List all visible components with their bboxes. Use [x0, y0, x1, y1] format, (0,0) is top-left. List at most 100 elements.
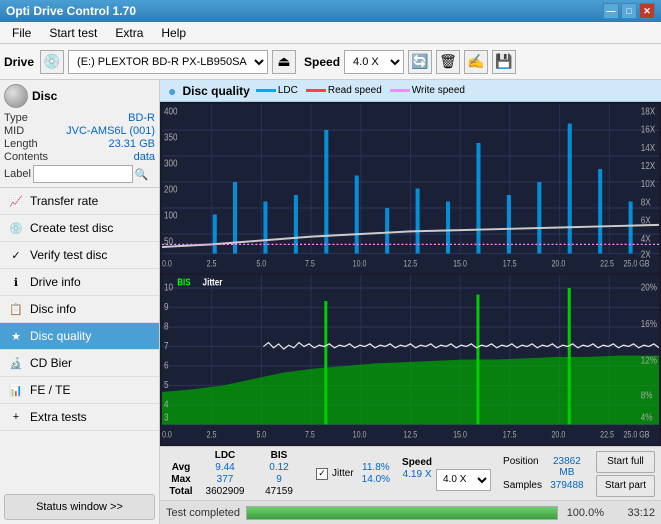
svg-text:2.5: 2.5 — [207, 259, 217, 269]
max-bis: 9 — [254, 474, 304, 485]
svg-text:4%: 4% — [641, 412, 653, 423]
read-speed-legend-label: Read speed — [328, 85, 382, 96]
svg-text:8%: 8% — [641, 390, 653, 401]
svg-text:18X: 18X — [641, 105, 656, 116]
progress-time: 33:12 — [610, 507, 655, 519]
svg-text:7: 7 — [164, 340, 169, 351]
charts-container: 400 350 300 200 100 50 18X 16X 14X 12X 1… — [160, 102, 661, 446]
write-speed-legend-dot — [390, 89, 410, 92]
jitter-label: Jitter — [332, 468, 354, 479]
jitter-section: ✓ Jitter 11.8% 14.0% — [316, 462, 390, 486]
avg-label: Avg — [166, 462, 196, 473]
toolbar: Drive 💿 (E:) PLEXTOR BD-R PX-LB950SA 1.0… — [0, 44, 661, 80]
svg-text:12.5: 12.5 — [403, 259, 417, 269]
sidebar-item-disc-info[interactable]: 📋 Disc info — [0, 296, 159, 323]
drive-info-label: Drive info — [30, 275, 81, 289]
total-bis: 47159 — [254, 486, 304, 497]
menu-start-test[interactable]: Start test — [41, 24, 105, 42]
minimize-button[interactable]: — — [603, 3, 619, 19]
svg-text:16%: 16% — [641, 318, 657, 329]
svg-text:5.0: 5.0 — [256, 430, 266, 440]
speed-dropdown[interactable]: 4.0 X — [436, 469, 491, 491]
sidebar-item-verify-test-disc[interactable]: ✓ Verify test disc — [0, 242, 159, 269]
read-speed-legend-dot — [306, 89, 326, 92]
svg-text:17.5: 17.5 — [503, 259, 517, 269]
svg-text:BIS: BIS — [177, 276, 191, 287]
svg-text:10X: 10X — [641, 178, 656, 189]
menu-help[interactable]: Help — [153, 24, 194, 42]
progress-fill — [247, 507, 557, 519]
disc-mid-label: MID — [4, 125, 24, 137]
sidebar-item-drive-info[interactable]: ℹ Drive info — [0, 269, 159, 296]
sidebar-item-fe-te[interactable]: 📊 FE / TE — [0, 377, 159, 404]
ldc-legend: LDC — [256, 85, 298, 96]
svg-text:10.0: 10.0 — [353, 430, 367, 440]
svg-text:25.0 GB: 25.0 GB — [624, 430, 651, 440]
svg-text:0.0: 0.0 — [162, 430, 172, 440]
sidebar-item-extra-tests[interactable]: + Extra tests — [0, 404, 159, 431]
window-controls[interactable]: — □ ✕ — [603, 3, 655, 19]
chart-header: ● Disc quality LDC Read speed Write spee… — [160, 80, 661, 102]
eject-button[interactable]: ⏏ — [272, 50, 296, 74]
chart-title: Disc quality — [182, 84, 249, 98]
svg-text:6X: 6X — [641, 215, 652, 226]
stats-grid: LDC BIS Avg 9.44 0.12 Max 377 9 Total 36… — [166, 450, 304, 497]
sidebar-item-disc-quality[interactable]: ★ Disc quality — [0, 323, 159, 350]
total-ldc: 3602909 — [200, 486, 250, 497]
disc-type-value: BD-R — [128, 112, 155, 124]
speed-select[interactable]: 4.0 X — [344, 50, 404, 74]
disc-mid-row: MID JVC-AMS6L (001) — [4, 125, 155, 137]
jitter-checkbox[interactable]: ✓ — [316, 468, 328, 480]
svg-text:5.0: 5.0 — [256, 259, 266, 269]
bottom-chart: 10 9 8 7 6 5 4 3 20% 16% 12% 8% 4% BIS — [162, 275, 659, 444]
maximize-button[interactable]: □ — [621, 3, 637, 19]
disc-contents-label: Contents — [4, 151, 48, 163]
disc-label-input[interactable] — [33, 165, 133, 183]
refresh-button[interactable]: 🔄 — [408, 50, 432, 74]
close-button[interactable]: ✕ — [639, 3, 655, 19]
menu-extra[interactable]: Extra — [107, 24, 151, 42]
app-title: Opti Drive Control 1.70 — [6, 4, 136, 18]
drive-icon: 💿 — [40, 50, 64, 74]
disc-label-row: Label 🔍 — [4, 165, 155, 183]
drive-select[interactable]: (E:) PLEXTOR BD-R PX-LB950SA 1.06 — [68, 50, 268, 74]
sidebar-item-cd-bier[interactable]: 🔬 CD Bier — [0, 350, 159, 377]
drive-label: Drive — [4, 55, 34, 69]
erase-button[interactable]: 🗑 — [436, 50, 460, 74]
progress-percent: 100.0% — [564, 507, 604, 519]
svg-text:15.0: 15.0 — [453, 259, 467, 269]
svg-text:12%: 12% — [641, 354, 657, 365]
svg-text:8: 8 — [164, 321, 169, 332]
disc-label-label: Label — [4, 168, 31, 180]
status-window-button[interactable]: Status window >> — [4, 494, 155, 520]
label-icon[interactable]: 🔍 — [135, 168, 149, 181]
ldc-header: LDC — [200, 450, 250, 461]
svg-text:12X: 12X — [641, 160, 656, 171]
disc-quality-label: Disc quality — [30, 329, 91, 343]
status-text: Test completed — [166, 507, 240, 519]
sidebar: Disc Type BD-R MID JVC-AMS6L (001) Lengt… — [0, 80, 160, 524]
progress-bar-container: Test completed 100.0% 33:12 — [160, 500, 661, 524]
svg-text:20%: 20% — [641, 282, 657, 293]
position-stats: Position 23862 MB Samples 379488 — [503, 456, 588, 491]
sidebar-item-create-test-disc[interactable]: 💿 Create test disc — [0, 215, 159, 242]
svg-text:16X: 16X — [641, 124, 656, 135]
disc-icon — [4, 84, 28, 108]
write-button[interactable]: ✍ — [464, 50, 488, 74]
create-test-icon: 💿 — [8, 220, 24, 236]
svg-text:22.5: 22.5 — [600, 430, 614, 440]
svg-text:2.5: 2.5 — [207, 430, 217, 440]
save-button[interactable]: 💾 — [492, 50, 516, 74]
disc-header: Disc — [4, 84, 155, 108]
menu-file[interactable]: File — [4, 24, 39, 42]
svg-text:400: 400 — [164, 105, 178, 116]
start-part-button[interactable]: Start part — [596, 475, 655, 497]
write-speed-legend-label: Write speed — [412, 85, 465, 96]
position-label: Position — [503, 456, 542, 478]
svg-text:Jitter: Jitter — [203, 276, 223, 287]
ldc-legend-dot — [256, 89, 276, 92]
main-layout: Disc Type BD-R MID JVC-AMS6L (001) Lengt… — [0, 80, 661, 524]
start-full-button[interactable]: Start full — [596, 451, 655, 473]
sidebar-item-transfer-rate[interactable]: 📈 Transfer rate — [0, 188, 159, 215]
svg-text:7.5: 7.5 — [305, 430, 315, 440]
